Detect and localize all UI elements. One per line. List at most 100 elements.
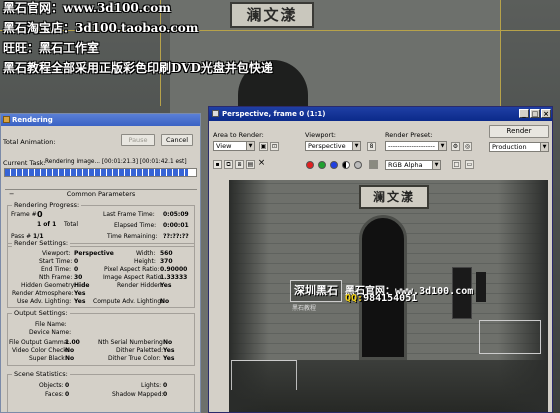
remaining-label: Time Remaining: xyxy=(107,233,158,240)
lights-value: 0 xyxy=(163,382,168,389)
save-image-icon[interactable]: ▪ xyxy=(213,160,222,169)
shadow-mapped-label: Shadow Mapped: xyxy=(112,391,164,398)
auto-region-icon[interactable]: ⊡ xyxy=(270,142,279,151)
clear-image-icon[interactable]: × xyxy=(257,159,266,169)
common-parameters-header[interactable]: − Common Parameters xyxy=(5,189,197,198)
production-value: Production xyxy=(492,143,527,151)
render-atmosphere-label: Render Atmosphere: xyxy=(12,290,74,297)
red-channel-icon[interactable] xyxy=(306,161,314,169)
print-image-icon[interactable]: ▤ xyxy=(246,160,255,169)
frame-of-value: 1 of 1 xyxy=(37,221,57,228)
perspective-title-bar[interactable]: Perspective, frame 0 (1:1) _ □ × xyxy=(209,107,552,121)
toggle-ui-overlay-icon[interactable]: □ xyxy=(452,160,461,169)
group-title: Output Settings: xyxy=(12,309,70,317)
green-channel-icon[interactable] xyxy=(318,161,326,169)
start-time-value: 0 xyxy=(74,258,79,265)
toggle-ui-icon[interactable]: ▭ xyxy=(465,160,474,169)
start-time-label: Start Time: xyxy=(39,258,73,265)
render-preset-value: -------------------- xyxy=(388,142,435,150)
render-hidden-label: Render Hidden: xyxy=(117,282,164,289)
watermark-qq-label: QQ: xyxy=(345,293,364,304)
environment-icon[interactable]: ◎ xyxy=(463,142,472,151)
channel-display-value: RGB Alpha xyxy=(388,161,423,169)
common-parameters-label: Common Parameters xyxy=(66,190,136,198)
background-plaque: 澜文漾 xyxy=(230,2,314,28)
render-atmosphere-value: Yes xyxy=(74,290,86,297)
watermark-qq-value: 984154051 xyxy=(363,293,418,304)
color-swatch-icon[interactable] xyxy=(369,160,378,169)
close-button[interactable]: × xyxy=(541,109,551,118)
compute-adv-lighting-value: No xyxy=(160,298,170,305)
render-bucket-marker xyxy=(231,360,297,390)
render-preset-label: Render Preset: xyxy=(385,131,433,139)
maximize-button[interactable]: □ xyxy=(530,109,540,118)
last-frame-label: Last Frame Time: xyxy=(103,211,155,218)
monochrome-icon[interactable] xyxy=(354,161,362,169)
shadow-right xyxy=(498,180,548,412)
group-title: Rendering Progress: xyxy=(12,201,82,209)
dither-true-color-label: Dither True Color: xyxy=(108,355,161,362)
minimize-button[interactable]: _ xyxy=(519,109,529,118)
nth-frame-value: 30 xyxy=(74,274,83,281)
plaque-image: 澜文漾 xyxy=(359,185,429,209)
current-task-label: Current Task: xyxy=(3,159,46,167)
pixel-aspect-label: Pixel Aspect Ratio: xyxy=(104,266,160,273)
output-settings-group: Output Settings: File Name: Device Name:… xyxy=(7,309,195,366)
rendering-title-bar[interactable]: Rendering xyxy=(1,114,200,126)
perspective-frame-window: Perspective, frame 0 (1:1) _ □ × Area to… xyxy=(208,106,553,413)
faces-value: 0 xyxy=(65,391,70,398)
elapsed-value: 0:00:01 xyxy=(163,222,189,229)
nth-serial-label: Nth Serial Numbering: xyxy=(98,339,165,346)
height-value: 370 xyxy=(160,258,173,265)
total-animation-label: Total Animation: xyxy=(3,138,56,146)
blue-channel-icon[interactable] xyxy=(330,161,338,169)
dither-paletted-value: Yes xyxy=(163,347,175,354)
render-progress-bar xyxy=(4,168,197,177)
video-check-label: Video Color Check: xyxy=(12,347,69,354)
render-bucket-marker xyxy=(479,320,541,354)
copy-image-icon[interactable]: ⧉ xyxy=(224,160,233,169)
current-task-value: Rendering image... [00:01:21.3] [00:01:4… xyxy=(45,159,187,165)
frame-label: Frame # xyxy=(11,211,37,218)
chevron-down-icon: ▼ xyxy=(352,142,360,150)
clone-window-icon[interactable]: ⧈ xyxy=(235,160,244,169)
watermark-qq: QQ:984154051 xyxy=(345,293,417,304)
width-label: Width: xyxy=(136,250,156,257)
end-time-label: End Time: xyxy=(41,266,72,273)
render-preset-select[interactable]: -------------------- ▼ xyxy=(385,141,447,151)
remaining-value: ??:??:?? xyxy=(163,233,189,240)
window-icon xyxy=(212,110,219,117)
image-aspect-label: Image Aspect Ratio: xyxy=(103,274,164,281)
viewport-label: Viewport: xyxy=(42,250,71,257)
production-select[interactable]: Production ▼ xyxy=(489,142,549,152)
chevron-down-icon: ▼ xyxy=(438,142,446,150)
render-settings-group: Render Settings: Viewport: Perspective S… xyxy=(7,239,195,308)
perspective-title: Perspective, frame 0 (1:1) xyxy=(222,110,326,118)
gamma-label: File Output Gamma: xyxy=(9,339,70,346)
lights-label: Lights: xyxy=(141,382,162,389)
edit-region-icon[interactable]: ▣ xyxy=(259,142,268,151)
pause-button[interactable]: Pause xyxy=(121,134,155,146)
shadow-mapped-value: 0 xyxy=(163,391,168,398)
dither-true-color-value: Yes xyxy=(163,355,175,362)
alpha-channel-icon[interactable] xyxy=(342,161,350,169)
objects-label: Objects: xyxy=(39,382,64,389)
hidden-geometry-value: Hide xyxy=(74,282,90,289)
super-black-label: Super Black: xyxy=(29,355,67,362)
nth-serial-value: No xyxy=(163,339,173,346)
file-name-label: File Name: xyxy=(35,321,67,328)
area-to-render-select[interactable]: View ▼ xyxy=(213,141,255,151)
pixel-aspect-value: 0.90000 xyxy=(160,266,188,273)
height-label: Height: xyxy=(134,258,156,265)
compute-adv-lighting-label: Compute Adv. Lighting: xyxy=(93,298,164,305)
viewport-value: Perspective xyxy=(308,142,346,150)
lock-viewport-icon[interactable]: 8 xyxy=(367,142,376,151)
viewport-border xyxy=(500,0,501,106)
viewport-select[interactable]: Perspective ▼ xyxy=(305,141,361,151)
elapsed-label: Elapsed Time: xyxy=(114,222,157,229)
end-time-value: 0 xyxy=(74,266,79,273)
channel-display-select[interactable]: RGB Alpha ▼ xyxy=(385,160,441,170)
render-setup-icon[interactable]: ⚙ xyxy=(451,142,460,151)
cancel-button[interactable]: Cancel xyxy=(161,134,193,146)
render-button[interactable]: Render xyxy=(489,125,549,138)
